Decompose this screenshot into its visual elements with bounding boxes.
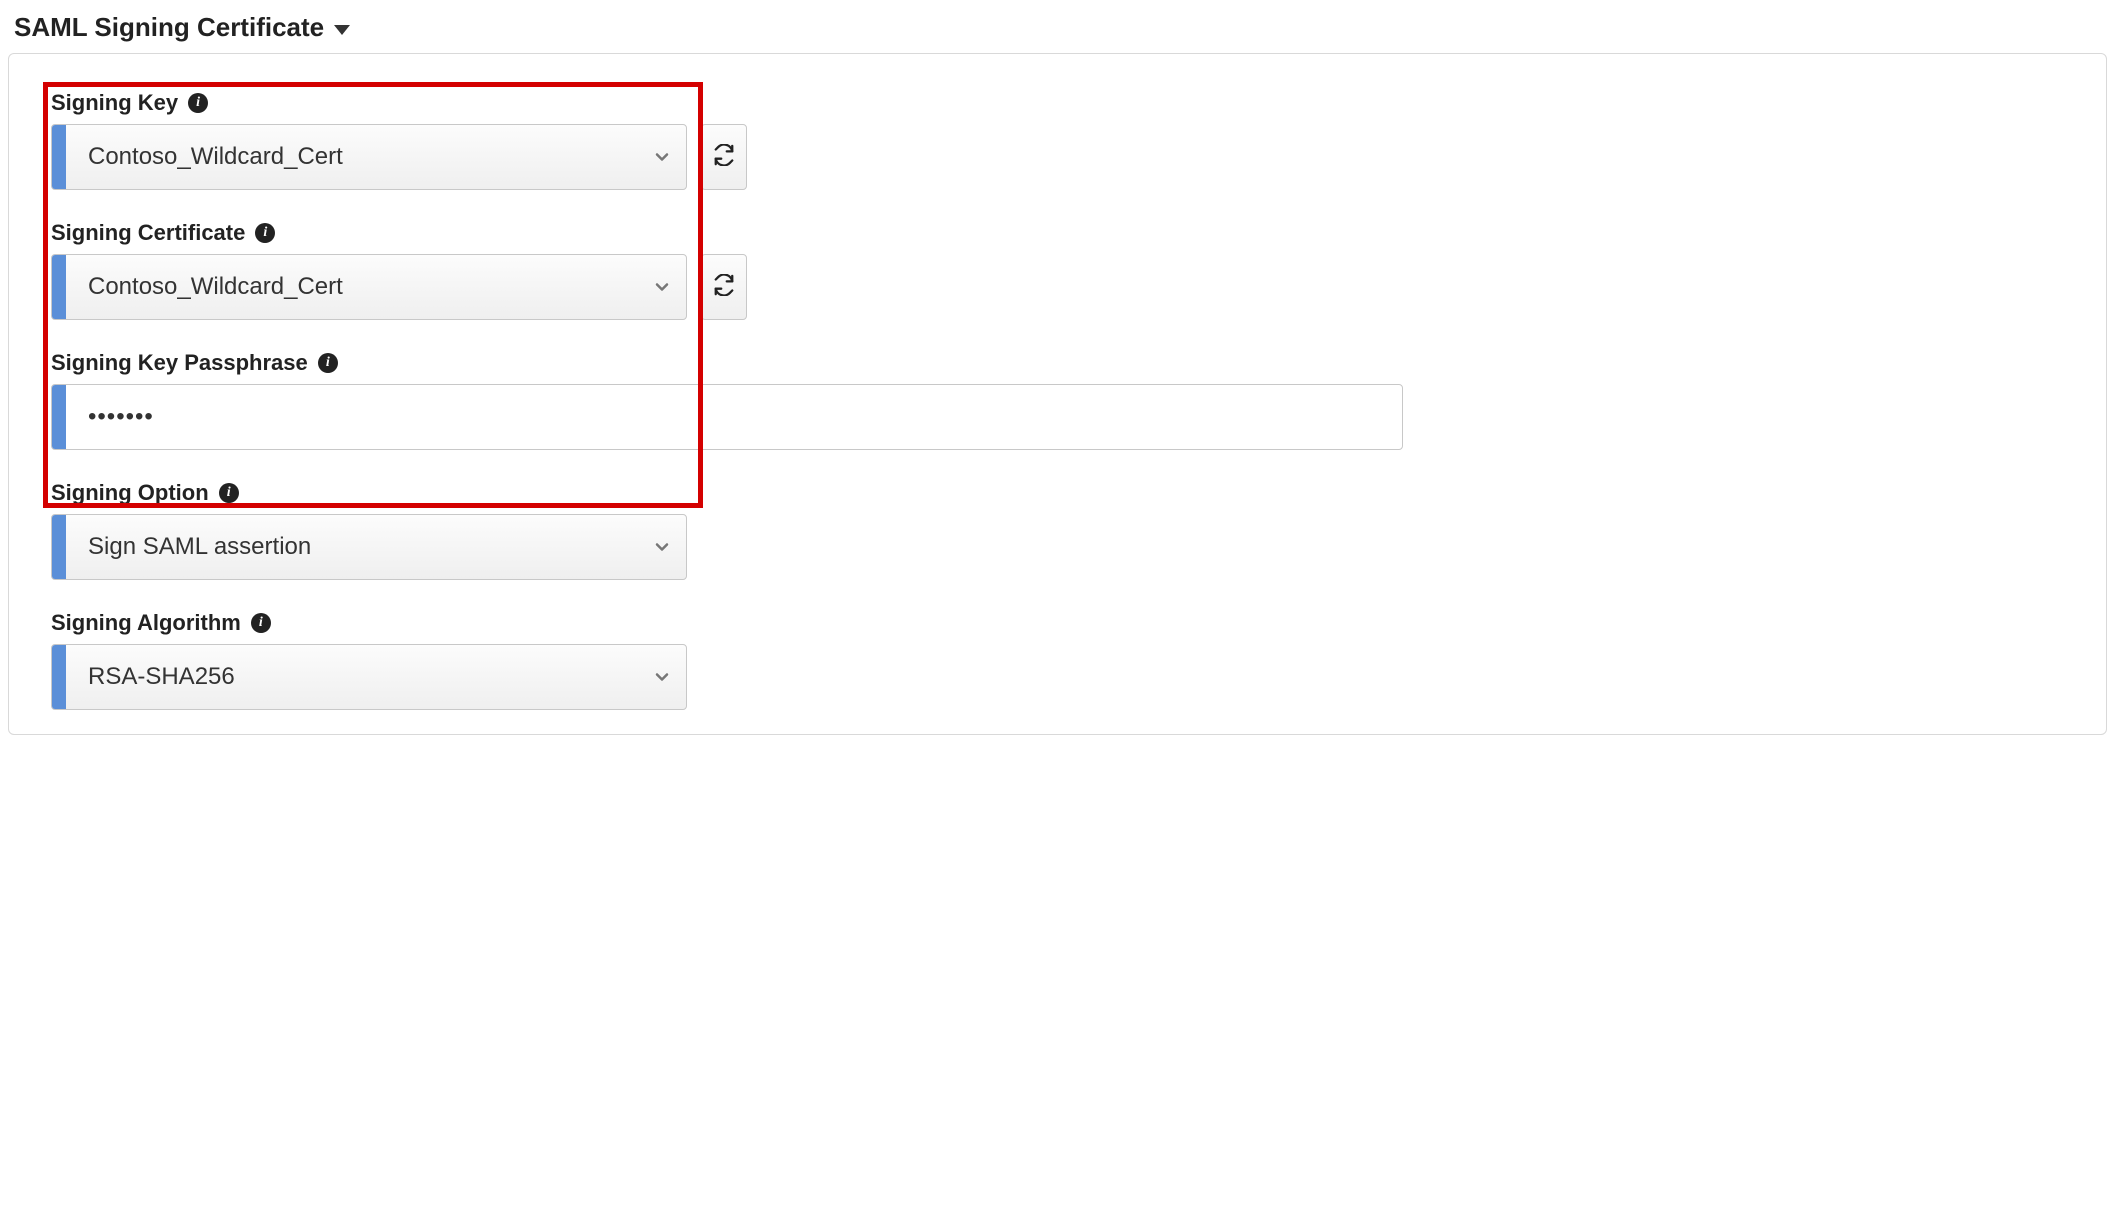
info-icon[interactable]: i xyxy=(251,613,271,633)
chevron-down-icon xyxy=(638,515,686,579)
signing-certificate-value: Contoso_Wildcard_Cert xyxy=(66,255,638,319)
signing-key-value: Contoso_Wildcard_Cert xyxy=(66,125,638,189)
status-bar xyxy=(52,385,66,449)
refresh-icon xyxy=(713,144,735,171)
signing-option-group: Signing Option i Sign SAML assertion xyxy=(51,480,2064,580)
signing-algorithm-group: Signing Algorithm i RSA-SHA256 xyxy=(51,610,2064,710)
info-icon[interactable]: i xyxy=(219,483,239,503)
signing-key-passphrase-label: Signing Key Passphrase xyxy=(51,350,308,376)
signing-key-input-row: Contoso_Wildcard_Cert xyxy=(51,124,2064,190)
signing-algorithm-label: Signing Algorithm xyxy=(51,610,241,636)
signing-option-value: Sign SAML assertion xyxy=(66,515,638,579)
chevron-down-icon xyxy=(638,125,686,189)
signing-certificate-input-row: Contoso_Wildcard_Cert xyxy=(51,254,2064,320)
signing-certificate-label: Signing Certificate xyxy=(51,220,245,246)
refresh-signing-key-button[interactable] xyxy=(701,124,747,190)
signing-key-passphrase-label-row: Signing Key Passphrase i xyxy=(51,350,2064,376)
info-icon[interactable]: i xyxy=(318,353,338,373)
status-bar xyxy=(52,515,66,579)
signing-key-passphrase-input-wrap xyxy=(51,384,1403,450)
signing-option-input-row: Sign SAML assertion xyxy=(51,514,2064,580)
status-bar xyxy=(52,645,66,709)
signing-algorithm-input-row: RSA-SHA256 xyxy=(51,644,2064,710)
signing-option-select[interactable]: Sign SAML assertion xyxy=(51,514,687,580)
signing-certificate-select[interactable]: Contoso_Wildcard_Cert xyxy=(51,254,687,320)
section-header[interactable]: SAML Signing Certificate xyxy=(8,8,2107,53)
signing-algorithm-value: RSA-SHA256 xyxy=(66,645,638,709)
info-icon[interactable]: i xyxy=(255,223,275,243)
signing-key-label: Signing Key xyxy=(51,90,178,116)
status-bar xyxy=(52,125,66,189)
signing-certificate-label-row: Signing Certificate i xyxy=(51,220,2064,246)
caret-down-icon xyxy=(334,25,350,35)
signing-key-passphrase-group: Signing Key Passphrase i xyxy=(51,350,2064,450)
chevron-down-icon xyxy=(638,255,686,319)
info-icon[interactable]: i xyxy=(188,93,208,113)
chevron-down-icon xyxy=(638,645,686,709)
signing-key-passphrase-input[interactable] xyxy=(66,385,1402,449)
signing-key-label-row: Signing Key i xyxy=(51,90,2064,116)
signing-key-group: Signing Key i Contoso_Wildcard_Cert xyxy=(51,90,2064,190)
refresh-signing-certificate-button[interactable] xyxy=(701,254,747,320)
signing-certificate-group: Signing Certificate i Contoso_Wildcard_C… xyxy=(51,220,2064,320)
signing-algorithm-label-row: Signing Algorithm i xyxy=(51,610,2064,636)
refresh-icon xyxy=(713,274,735,301)
status-bar xyxy=(52,255,66,319)
signing-algorithm-select[interactable]: RSA-SHA256 xyxy=(51,644,687,710)
section-title: SAML Signing Certificate xyxy=(14,12,324,43)
signing-option-label-row: Signing Option i xyxy=(51,480,2064,506)
signing-option-label: Signing Option xyxy=(51,480,209,506)
signing-key-select[interactable]: Contoso_Wildcard_Cert xyxy=(51,124,687,190)
config-panel: Signing Key i Contoso_Wildcard_Cert xyxy=(8,53,2107,735)
